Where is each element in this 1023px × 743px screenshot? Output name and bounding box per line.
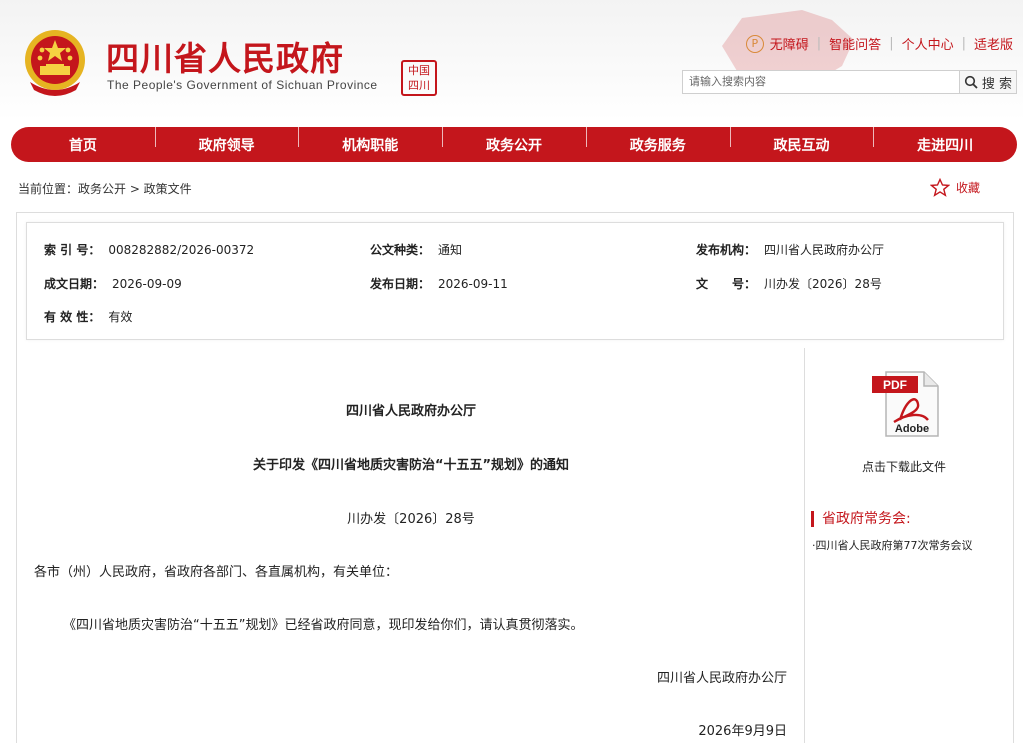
pdf-label: PDF bbox=[883, 378, 907, 392]
document-signature: 四川省人民政府办公厅 bbox=[656, 671, 787, 686]
nav-item-open-gov[interactable]: 政务公开 bbox=[442, 126, 586, 155]
site-header: 四川省人民政府 The People's Government of Sichu… bbox=[0, 0, 1023, 120]
meta-issuer-value: 四川省人民政府办公厅 bbox=[764, 243, 885, 257]
document-body-text: 《四川省地质灾害防治“十五五”规划》已经省政府同意，现印发给你们，请认真贯彻落实… bbox=[63, 618, 584, 633]
meta-index-value: 008282882/2026-00372 bbox=[108, 243, 255, 257]
adobe-label: Adobe bbox=[895, 423, 929, 435]
meta-validity: 有 效 性： 有效 bbox=[44, 308, 132, 325]
site-subtitle: The People's Government of Sichuan Provi… bbox=[107, 78, 378, 92]
nav-item-interaction[interactable]: 政民互动 bbox=[729, 126, 874, 155]
main-nav: 首页 政府领导 机构职能 政务公开 政务服务 政民互动 走进四川 bbox=[11, 126, 1017, 162]
nav-item-functions[interactable]: 机构职能 bbox=[298, 126, 442, 155]
sidebar-meeting-link[interactable]: ·四川省人民政府第77次常务会议 bbox=[812, 537, 973, 553]
top-link-accessibility[interactable]: 无障碍 bbox=[770, 34, 809, 53]
meta-type: 公文种类： 通知 bbox=[370, 241, 462, 258]
divider: | bbox=[816, 36, 822, 51]
favorite-button[interactable]: 收藏 bbox=[930, 178, 980, 197]
document-number: 川办发〔2026〕28号 bbox=[347, 512, 475, 527]
meta-created-value: 2026-09-09 bbox=[112, 277, 182, 291]
meta-created-label: 成文日期： bbox=[44, 277, 105, 291]
nav-item-about-sichuan[interactable]: 走进四川 bbox=[873, 126, 1017, 155]
document-title: 关于印发《四川省地质灾害防治“十五五”规划》的通知 bbox=[252, 458, 570, 473]
document-recipients: 各市（州）人民政府，省政府各部门、各直属机构，有关单位： bbox=[34, 565, 399, 580]
meta-published-value: 2026-09-11 bbox=[438, 277, 508, 291]
document-issuer: 四川省人民政府办公厅 bbox=[345, 404, 476, 419]
meta-docno-label: 文 号： bbox=[696, 277, 757, 291]
site-title[interactable]: 四川省人民政府 bbox=[106, 32, 344, 80]
meta-docno: 文 号： 川办发〔2026〕28号 bbox=[696, 275, 882, 292]
document-body: 四川省人民政府办公厅 关于印发《四川省地质灾害防治“十五五”规划》的通知 川办发… bbox=[17, 348, 805, 743]
meta-validity-label: 有 效 性： bbox=[44, 310, 101, 324]
meta-validity-value: 有效 bbox=[108, 310, 133, 324]
top-link-ai-qa[interactable]: 智能问答 bbox=[829, 34, 881, 53]
meta-index: 索 引 号： 008282882/2026-00372 bbox=[44, 241, 254, 258]
top-link-elderly-mode[interactable]: 适老版 bbox=[974, 34, 1013, 53]
search-button-label: 搜 索 bbox=[981, 76, 1013, 92]
nav-item-home[interactable]: 首页 bbox=[11, 135, 155, 155]
meta-type-label: 公文种类： bbox=[370, 243, 431, 257]
meta-issuer-label: 发布机构： bbox=[696, 243, 757, 257]
favorite-label: 收藏 bbox=[956, 181, 981, 195]
accessibility-icon[interactable]: P bbox=[745, 34, 764, 53]
meta-published: 发布日期： 2026-09-11 bbox=[370, 275, 508, 292]
nav-item-leaders[interactable]: 政府领导 bbox=[154, 126, 299, 155]
meta-type-value: 通知 bbox=[438, 243, 463, 257]
sidebar-heading: 省政府常务会: bbox=[811, 511, 911, 527]
meta-docno-value: 川办发〔2026〕28号 bbox=[764, 277, 882, 291]
top-links: P 无障碍 | 智能问答 | 个人中心 | 适老版 bbox=[745, 34, 1013, 53]
pdf-download-icon[interactable]: PDF Adobe bbox=[872, 370, 940, 438]
seal-text: 中国四川 bbox=[408, 64, 430, 92]
star-icon bbox=[930, 178, 950, 197]
top-link-personal-center[interactable]: 个人中心 bbox=[902, 34, 954, 53]
divider: | bbox=[889, 36, 894, 51]
meta-published-label: 发布日期： bbox=[370, 277, 431, 291]
divider: | bbox=[961, 36, 966, 51]
document-date: 2026年9月9日 bbox=[698, 724, 787, 739]
search-input[interactable]: 请输入搜索内容 bbox=[682, 70, 960, 94]
national-emblem-icon bbox=[25, 30, 85, 96]
download-label[interactable]: 点击下载此文件 bbox=[806, 458, 1002, 475]
meta-index-label: 索 引 号： bbox=[44, 243, 101, 257]
search-icon bbox=[964, 75, 978, 89]
nav-item-services[interactable]: 政务服务 bbox=[585, 126, 730, 155]
meta-created: 成文日期： 2026-09-09 bbox=[44, 275, 182, 292]
meta-issuer: 发布机构： 四川省人民政府办公厅 bbox=[696, 241, 884, 258]
seal-stamp: 中国四川 bbox=[401, 60, 437, 96]
breadcrumb[interactable]: 当前位置：政务公开 > 政策文件 bbox=[18, 180, 192, 197]
search-button[interactable]: 搜 索 bbox=[960, 70, 1017, 94]
metadata-panel: 索 引 号： 008282882/2026-00372 公文种类： 通知 发布机构：… bbox=[26, 222, 1004, 340]
